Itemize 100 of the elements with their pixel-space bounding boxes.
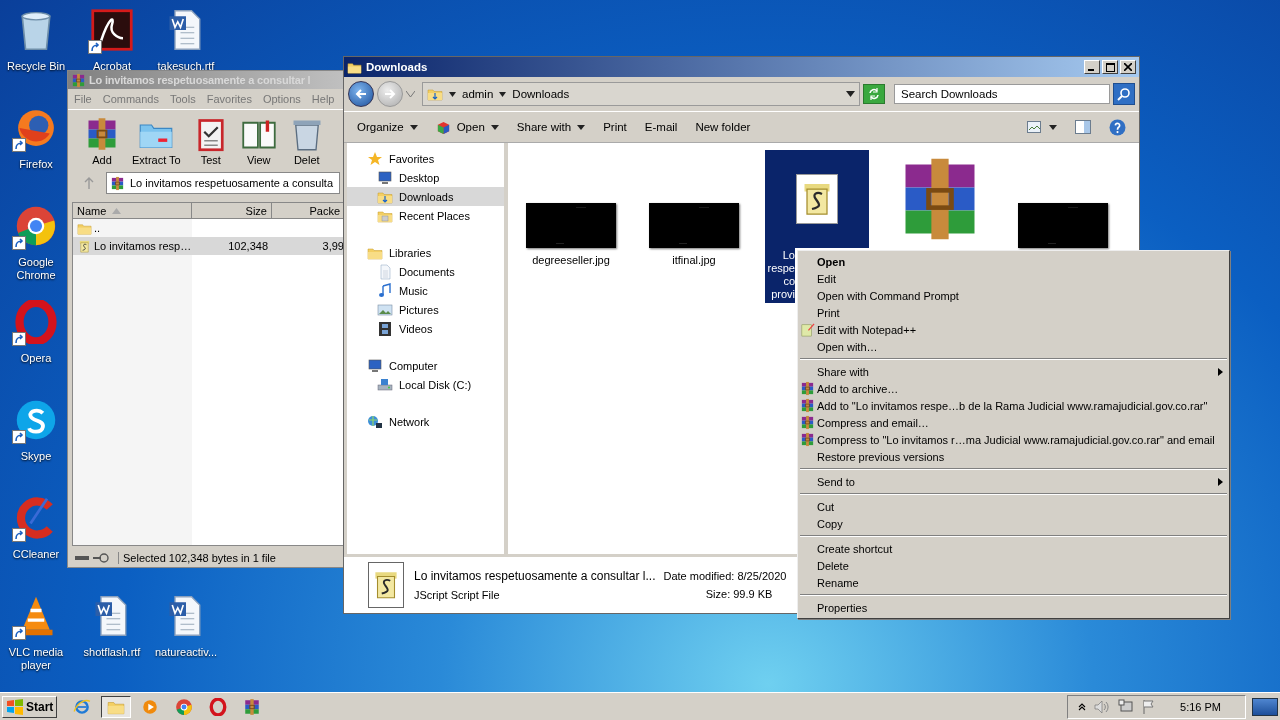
download-folder-icon xyxy=(427,86,443,102)
breadcrumb[interactable]: Downloads xyxy=(512,88,570,100)
menu-item[interactable]: Restore previous versions xyxy=(798,448,1229,465)
menu-item[interactable]: Open with Command Prompt xyxy=(798,287,1229,304)
toolbar-button[interactable]: Test xyxy=(190,116,231,166)
toolbar-button[interactable]: Add xyxy=(82,116,122,166)
start-button[interactable]: Start xyxy=(2,695,58,718)
desktop-icon-label[interactable]: Google Chrome xyxy=(5,256,67,282)
curve-logo-icon xyxy=(90,8,134,52)
globe-e-icon xyxy=(73,697,92,716)
menu-item[interactable]: Share with xyxy=(798,363,1229,380)
nav-item[interactable]: Recent Places xyxy=(347,206,504,225)
nav-item[interactable]: Desktop xyxy=(347,168,504,187)
desktop-icon-label[interactable]: VLC media player xyxy=(5,646,67,672)
desktop-icon-label[interactable]: Opera xyxy=(20,352,52,365)
caret-icon xyxy=(449,91,456,97)
menu-item[interactable]: Delete xyxy=(798,557,1229,574)
path-field[interactable]: Lo invitamos respetuosamente a consulta xyxy=(106,172,340,194)
nav-item[interactable]: Local Disk (C:) xyxy=(347,375,504,394)
clock[interactable]: 5:16 PM xyxy=(1180,700,1221,713)
toolbar-button[interactable]: Open xyxy=(428,117,506,137)
flag-icon[interactable] xyxy=(1142,699,1157,714)
toolbar-button[interactable]: Share with xyxy=(509,119,593,135)
toolbar-button[interactable]: View xyxy=(238,116,279,166)
maximize-icon xyxy=(1105,62,1115,72)
search-field[interactable]: Search Downloads xyxy=(894,84,1110,104)
nav-item[interactable]: Documents xyxy=(347,262,504,281)
back-button[interactable] xyxy=(348,81,374,107)
menu-item[interactable]: Create shortcut xyxy=(798,540,1229,557)
status-icons-drawing xyxy=(74,552,112,564)
desktop-icon-label[interactable]: natureactiv... xyxy=(155,646,217,659)
view-icon xyxy=(1027,121,1043,133)
menu-item[interactable]: Open with… xyxy=(798,338,1229,355)
nav-item[interactable]: Favorites xyxy=(347,149,504,168)
ring-logo-icon xyxy=(209,697,228,716)
desktop-icon-label[interactable]: takesuch.rtf xyxy=(157,60,215,73)
chevron-up-icon[interactable] xyxy=(1078,702,1087,711)
nav-item[interactable]: Music xyxy=(347,281,504,300)
desktop-icon-label[interactable]: Firefox xyxy=(19,158,53,171)
globe-icon xyxy=(367,413,383,430)
taskbar-app-button[interactable] xyxy=(101,695,132,718)
desktop-icon-label[interactable]: Skype xyxy=(20,450,52,463)
back-arrow-icon xyxy=(354,87,368,101)
desktop-icon-label[interactable]: Recycle Bin xyxy=(6,60,66,73)
nav-item[interactable]: Pictures xyxy=(347,300,504,319)
menu-item[interactable]: Compress and email… xyxy=(798,414,1229,431)
cube-icon xyxy=(435,119,451,135)
refresh-button[interactable] xyxy=(863,84,885,104)
menu-item[interactable]: Print xyxy=(798,304,1229,321)
scroll-icon xyxy=(77,238,92,254)
menu-item[interactable]: Edit with Notepad++ xyxy=(798,321,1229,338)
file-type: JScript Script File xyxy=(414,589,501,601)
books-icon xyxy=(71,72,86,88)
menu-item[interactable]: Add to archive… xyxy=(798,380,1229,397)
menu-item[interactable]: Compress to "Lo invitamos r…ma Judicial www.ramajudicial.gov.co.rar" and email xyxy=(798,431,1229,448)
menu-item[interactable]: Rename xyxy=(798,574,1229,591)
search-button[interactable] xyxy=(1113,83,1135,105)
desktop-icon-label[interactable]: Acrobat xyxy=(93,60,131,73)
menu-item[interactable]: Open xyxy=(798,253,1229,270)
network-icon[interactable] xyxy=(1118,699,1135,714)
show-desktop-button[interactable] xyxy=(1252,697,1278,716)
refresh-icon xyxy=(867,87,881,101)
star-icon xyxy=(367,150,383,167)
toolbar-button[interactable]: Extract To xyxy=(130,116,183,166)
nav-item[interactable]: Downloads xyxy=(347,187,504,206)
menu-item[interactable]: Add to "Lo invitamos respe…b de la Rama Judicial www.ramajudicial.gov.co.rar" xyxy=(798,397,1229,414)
address-bar[interactable]: admin Downloads xyxy=(422,82,860,106)
desktop-icon-label[interactable]: shotflash.rtf xyxy=(83,646,141,659)
file-tile[interactable] xyxy=(765,150,869,248)
caret-icon[interactable] xyxy=(846,91,855,97)
toolbar-button[interactable]: Print xyxy=(596,119,634,135)
file-name: Lo invitamos respetuosamente a consultar l... xyxy=(414,569,656,583)
menu-item[interactable]: Properties xyxy=(798,599,1229,616)
breadcrumb[interactable]: admin xyxy=(462,88,494,100)
minimize-button[interactable] xyxy=(1084,60,1100,74)
nav-item[interactable]: Videos xyxy=(347,319,504,338)
file-row[interactable]: Lo invitamos resp… 102,348 3,99 xyxy=(73,237,344,255)
nav-item[interactable]: Libraries xyxy=(347,243,504,262)
sort-arrow-icon xyxy=(112,207,122,214)
menu-item[interactable]: Edit xyxy=(798,270,1229,287)
date-modified: Date modified: 8/25/2020 xyxy=(663,570,787,582)
circle-logo-icon xyxy=(14,204,58,248)
menu-item[interactable]: Cut xyxy=(798,498,1229,515)
toolbar-button[interactable]: New folder xyxy=(688,119,758,135)
desktop-icon-label[interactable]: CCleaner xyxy=(12,548,60,561)
toolbar-button[interactable]: Delet xyxy=(286,116,327,166)
speaker-icon[interactable] xyxy=(1094,699,1111,714)
picture-icon xyxy=(377,301,393,318)
nav-item[interactable]: Network xyxy=(347,412,504,431)
column-header[interactable]: Size xyxy=(192,203,272,219)
toolbar-button[interactable]: Organize xyxy=(350,119,425,135)
menu-item[interactable]: Copy xyxy=(798,515,1229,532)
maximize-button[interactable] xyxy=(1102,60,1118,74)
file-name: itfinal.jpg xyxy=(672,254,716,266)
file-row[interactable]: .. xyxy=(73,219,344,237)
close-button[interactable] xyxy=(1120,60,1136,74)
column-header[interactable]: Name xyxy=(73,203,192,219)
toolbar-button[interactable]: E-mail xyxy=(637,119,685,135)
nav-item[interactable]: Computer xyxy=(347,356,504,375)
menu-item[interactable]: Send to xyxy=(798,473,1229,490)
